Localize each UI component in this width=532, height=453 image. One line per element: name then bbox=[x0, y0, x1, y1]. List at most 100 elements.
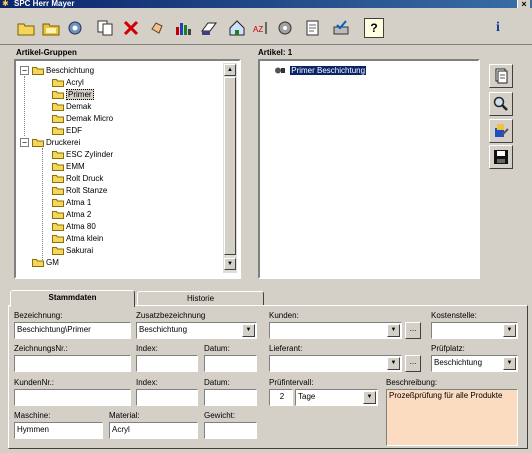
zeichnungsnr-field[interactable] bbox=[14, 355, 131, 372]
help-icon[interactable]: ? bbox=[364, 18, 384, 38]
article-icon bbox=[275, 67, 285, 74]
tree-subgroup-item[interactable]: Rolt Druck bbox=[52, 173, 103, 184]
article-label: Primer Beschichtung bbox=[290, 66, 367, 75]
kunden-browse-button[interactable]: ... bbox=[405, 322, 421, 339]
chevron-down-icon[interactable]: ▼ bbox=[387, 357, 400, 370]
save-icon[interactable] bbox=[489, 145, 513, 169]
material-field[interactable]: Acryl bbox=[109, 422, 198, 439]
tree-group-item[interactable]: GM bbox=[32, 257, 59, 268]
folder-icon bbox=[32, 67, 44, 76]
tab-stammdaten[interactable]: Stammdaten bbox=[10, 290, 135, 307]
articles-label-text: Artikel: bbox=[258, 48, 286, 57]
copy-icon[interactable] bbox=[94, 17, 116, 39]
pruefintervall-number[interactable]: 2 bbox=[269, 389, 293, 406]
pruefintervall-unit-select[interactable]: Tage ▼ bbox=[295, 389, 378, 406]
index1-field[interactable] bbox=[136, 355, 198, 372]
maschine-label: Maschine: bbox=[14, 411, 51, 420]
hand-icon[interactable] bbox=[146, 17, 168, 39]
tools-icon[interactable] bbox=[275, 17, 297, 39]
new-folder-icon[interactable] bbox=[15, 17, 37, 39]
bezeichnung-field[interactable]: Beschichtung\Primer bbox=[14, 322, 131, 339]
close-button[interactable]: × bbox=[517, 0, 530, 9]
maschine-field[interactable]: Hymmen bbox=[14, 422, 103, 439]
chevron-down-icon[interactable]: ▼ bbox=[363, 391, 376, 404]
edit-icon[interactable] bbox=[489, 119, 513, 143]
kundennr-label: KundenNr.: bbox=[14, 378, 55, 387]
groups-label: Artikel-Gruppen bbox=[14, 48, 79, 58]
articles-list[interactable]: Primer Beschichtung bbox=[258, 59, 480, 279]
gewicht-label: Gewicht: bbox=[204, 411, 236, 420]
gewicht-field[interactable] bbox=[204, 422, 257, 439]
pruefplatz-select[interactable]: Beschichtung ▼ bbox=[431, 355, 518, 372]
printer-check-icon[interactable] bbox=[330, 17, 352, 39]
lieferant-select[interactable]: ▼ bbox=[269, 355, 402, 372]
tree-item-label: EMM bbox=[66, 162, 85, 171]
datum1-label: Datum: bbox=[204, 344, 230, 353]
articles-count: 1 bbox=[287, 48, 293, 57]
tree-subgroup-item[interactable]: Atma 80 bbox=[52, 221, 96, 232]
chevron-down-icon[interactable]: ▼ bbox=[242, 324, 255, 337]
scroll-down-icon[interactable]: ▼ bbox=[224, 258, 236, 270]
folder-icon bbox=[52, 223, 64, 232]
groups-scrollbar[interactable]: ▲ ▼ bbox=[223, 63, 237, 273]
tree-subgroup-item[interactable]: Rolt Stanze bbox=[52, 185, 107, 196]
tree-expander-icon[interactable]: − bbox=[20, 138, 29, 147]
delete-icon[interactable] bbox=[120, 17, 142, 39]
tree-group-item[interactable]: Druckerei bbox=[32, 137, 80, 148]
zusatz-select[interactable]: Beschichtung ▼ bbox=[136, 322, 257, 339]
tree-subgroup-item[interactable]: Sakurai bbox=[52, 245, 93, 256]
zeichnungsnr-label: ZeichnungsNr.: bbox=[14, 344, 68, 353]
pruefplatz-label: Prüfplatz: bbox=[431, 344, 465, 353]
chevron-down-icon[interactable]: ▼ bbox=[503, 324, 516, 337]
tree-group-item[interactable]: Beschichtung bbox=[32, 65, 94, 76]
window-title: SPC Herr Mayer bbox=[14, 0, 75, 8]
scroll-up-icon[interactable]: ▲ bbox=[224, 64, 236, 76]
article-item[interactable]: Primer Beschichtung bbox=[274, 65, 367, 76]
tree-subgroup-item[interactable]: Primer bbox=[52, 89, 94, 100]
kunden-select[interactable]: ▼ bbox=[269, 322, 402, 339]
tab-historie[interactable]: Historie bbox=[137, 291, 264, 306]
settings-icon[interactable] bbox=[64, 17, 86, 39]
chevron-down-icon[interactable]: ▼ bbox=[503, 357, 516, 370]
document-icon[interactable] bbox=[489, 64, 513, 88]
index2-field[interactable] bbox=[136, 389, 198, 406]
tree-subgroup-item[interactable]: Demak Micro bbox=[52, 113, 113, 124]
tree-subgroup-item[interactable]: Atma 1 bbox=[52, 197, 91, 208]
open-folder-icon[interactable] bbox=[40, 17, 62, 39]
info-icon[interactable]: i bbox=[487, 17, 509, 39]
tree-subgroup-item[interactable]: ESC Zylinder bbox=[52, 149, 113, 160]
tree-subgroup-item[interactable]: Atma klein bbox=[52, 233, 103, 244]
tree-item-label: Atma 80 bbox=[66, 222, 96, 231]
tree-item-label: Rolt Stanze bbox=[66, 186, 108, 195]
kostenstelle-select[interactable]: ▼ bbox=[431, 322, 518, 339]
chart-icon[interactable] bbox=[172, 17, 194, 39]
notepad-icon[interactable] bbox=[302, 17, 324, 39]
print-icon[interactable] bbox=[198, 17, 220, 39]
magnifier-icon[interactable] bbox=[489, 92, 513, 116]
folder-icon bbox=[52, 151, 64, 160]
tree-subgroup-item[interactable]: Acryl bbox=[52, 77, 84, 88]
tree-subgroup-item[interactable]: Demak bbox=[52, 101, 91, 112]
house-icon[interactable] bbox=[226, 17, 248, 39]
lieferant-browse-button[interactable]: ... bbox=[405, 355, 421, 372]
zusatz-label: Zusatzbezeichnung bbox=[136, 311, 206, 320]
kundennr-field[interactable] bbox=[14, 389, 131, 406]
beschreibung-textarea[interactable]: Prozeßprüfung für alle Produkte bbox=[386, 389, 518, 446]
datum2-field[interactable] bbox=[204, 389, 257, 406]
datum1-field[interactable] bbox=[204, 355, 257, 372]
tree-subgroup-item[interactable]: EDF bbox=[52, 125, 82, 136]
tree-item-label: Atma klein bbox=[66, 234, 104, 243]
tree-expander-icon[interactable]: − bbox=[20, 66, 29, 75]
articles-label: Artikel: 1 bbox=[256, 48, 295, 58]
folder-icon bbox=[52, 175, 64, 184]
sort-icon[interactable]: AZ bbox=[250, 17, 272, 39]
folder-icon bbox=[52, 211, 64, 220]
tree-item-label: Atma 1 bbox=[66, 198, 92, 207]
tree-subgroup-item[interactable]: EMM bbox=[52, 161, 85, 172]
tree-subgroup-item[interactable]: Atma 2 bbox=[52, 209, 91, 220]
scroll-thumb[interactable] bbox=[224, 77, 236, 255]
lieferant-label: Lieferant: bbox=[269, 344, 303, 353]
chevron-down-icon[interactable]: ▼ bbox=[387, 324, 400, 337]
groups-tree[interactable]: − Beschichtung Acryl Primer Demak Demak Micro… bbox=[14, 59, 241, 279]
tree-item-label: Sakurai bbox=[66, 246, 94, 255]
